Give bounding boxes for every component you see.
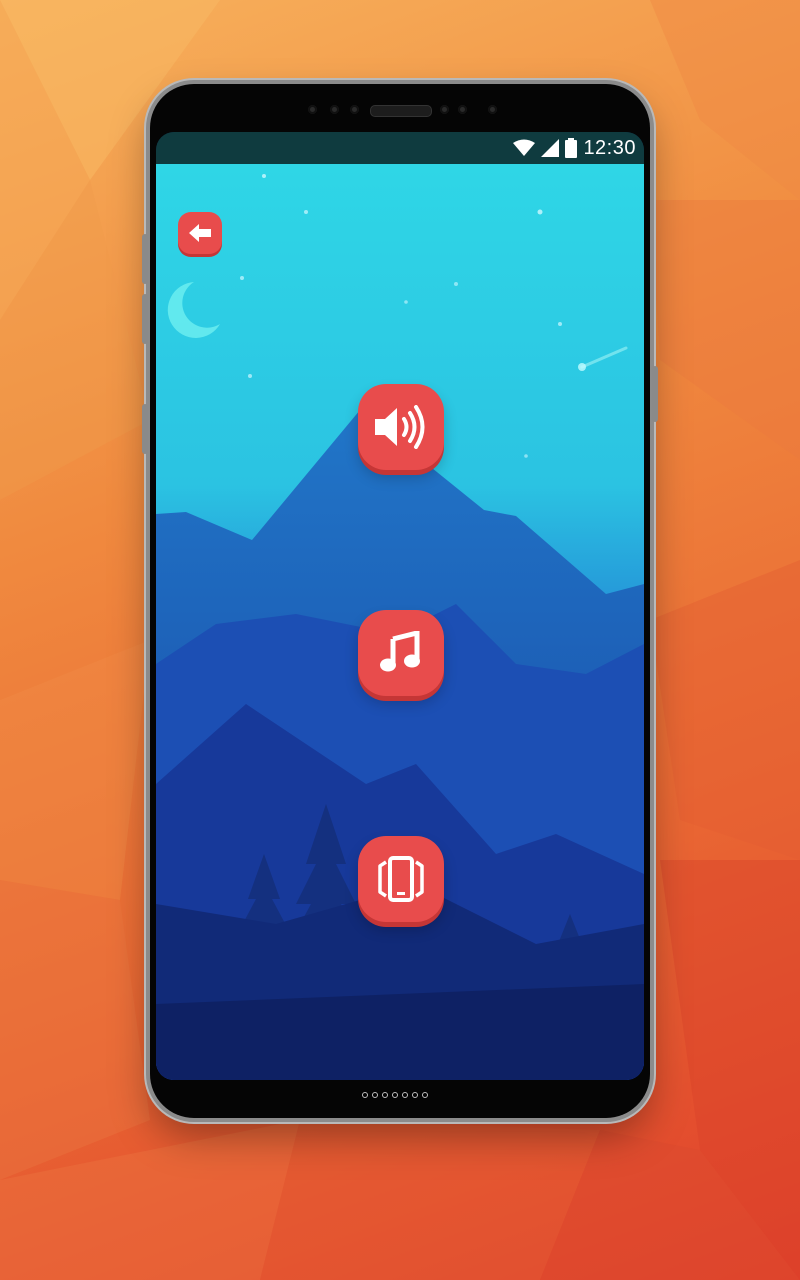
back-arrow-icon [189,224,211,242]
sensor-dot [308,105,317,114]
cellular-signal-icon [541,139,560,157]
phone-side-button [142,294,148,344]
vibrate-button[interactable] [358,836,444,922]
wifi-icon [513,139,536,156]
sensor-dot [440,105,449,114]
sensor-dot [458,105,467,114]
volume-button[interactable] [358,384,444,470]
earpiece-speaker [370,105,432,117]
phone-frame: 12:30 [142,84,658,1118]
music-note-icon [380,631,420,672]
status-bar: 12:30 [156,132,644,164]
phone-screen: 12:30 [156,132,644,1080]
status-time: 12:30 [583,136,636,159]
sensor-dot [350,105,359,114]
phone-side-button [142,234,148,284]
sensor-dot [330,105,339,114]
phone-bottom-grille [362,1092,428,1098]
phone-power-button [652,366,658,422]
speaker-volume-icon [375,405,425,449]
front-camera [488,105,497,114]
music-button[interactable] [358,610,444,696]
back-button[interactable] [178,212,222,254]
vibrate-phone-icon [378,856,424,902]
battery-icon [565,138,578,158]
phone-side-button [142,404,148,454]
